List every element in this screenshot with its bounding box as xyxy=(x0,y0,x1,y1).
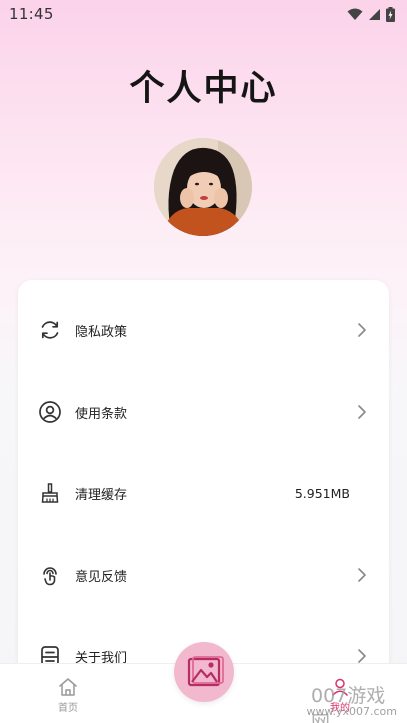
user-circle-icon xyxy=(37,399,63,425)
privacy-policy-item[interactable]: 隐私政策 xyxy=(18,300,389,360)
cache-size-value: 5.951MB xyxy=(294,485,350,501)
brush-icon xyxy=(37,480,63,506)
center-gallery-button[interactable] xyxy=(174,642,234,702)
avatar[interactable] xyxy=(154,138,252,236)
user-icon xyxy=(331,678,349,697)
tab-home[interactable]: 首页 xyxy=(28,664,108,723)
tab-home-label: 首页 xyxy=(58,703,78,714)
feedback-item[interactable]: 意见反馈 xyxy=(18,545,389,605)
gallery-icon xyxy=(187,656,224,687)
page-title: 个人中心 xyxy=(129,69,278,109)
tab-mine[interactable]: 我的 xyxy=(300,664,380,723)
chevron-right-icon xyxy=(358,568,366,582)
terms-of-use-label: 使用条款 xyxy=(75,406,128,422)
status-icons xyxy=(347,6,395,22)
touch-icon xyxy=(37,562,63,588)
avatar-image xyxy=(154,138,252,236)
tab-mine-label: 我的 xyxy=(330,703,350,714)
clear-cache-label: 清理缓存 xyxy=(75,487,128,503)
battery-icon xyxy=(386,6,395,22)
clear-cache-item[interactable]: 清理缓存 5.951MB xyxy=(18,463,389,523)
terms-of-use-item[interactable]: 使用条款 xyxy=(18,382,389,442)
menu-card: 隐私政策 使用条款 清理缓存 5.951MB 意见反馈 关于我们 xyxy=(18,280,389,700)
privacy-policy-label: 隐私政策 xyxy=(75,324,128,340)
signal-icon xyxy=(369,8,380,20)
chevron-right-icon xyxy=(358,323,366,337)
home-icon xyxy=(59,678,77,696)
feedback-label: 意见反馈 xyxy=(75,569,128,585)
chevron-right-icon xyxy=(358,405,366,419)
status-time: 11:45 xyxy=(9,5,54,23)
status-bar: 11:45 xyxy=(0,0,407,28)
refresh-icon xyxy=(37,317,63,343)
wifi-icon xyxy=(347,8,363,20)
chevron-right-icon xyxy=(358,649,366,663)
